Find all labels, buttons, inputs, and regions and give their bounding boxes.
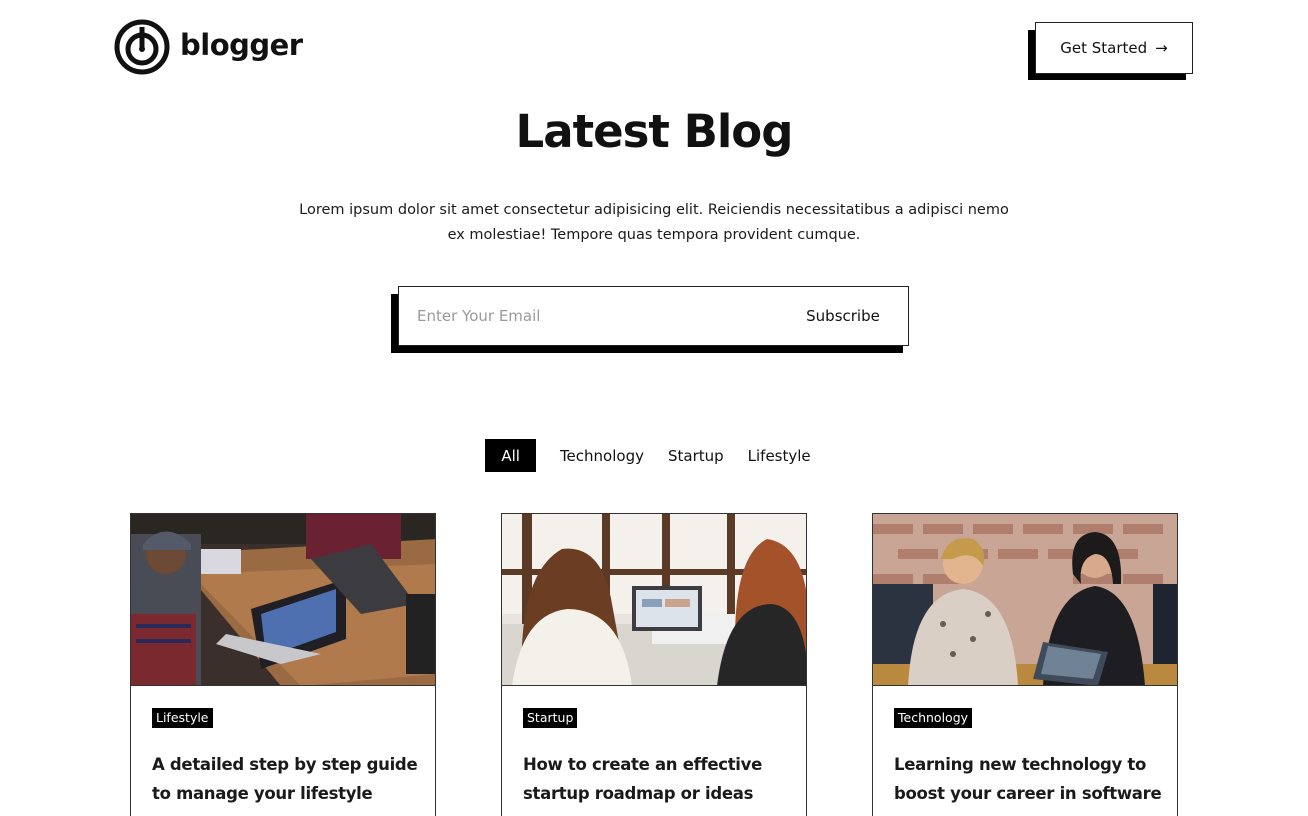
page: blogger Get Started → Latest Blog Lorem …	[0, 0, 1308, 816]
get-started-label: Get Started	[1060, 39, 1148, 57]
blog-card[interactable]: Technology Learning new technology to bo…	[872, 513, 1178, 816]
logo[interactable]: blogger	[114, 19, 303, 75]
arrow-right-icon: →	[1155, 39, 1168, 57]
post-image[interactable]	[502, 514, 806, 686]
get-started-wrapper: Get Started →	[1028, 22, 1193, 80]
hero-description: Lorem ipsum dolor sit amet consectetur a…	[299, 202, 1009, 243]
filter-lifestyle[interactable]: Lifestyle	[736, 439, 823, 472]
subscribe-button[interactable]: Subscribe	[778, 287, 908, 345]
post-tag[interactable]: Lifestyle	[152, 708, 213, 728]
filter-technology[interactable]: Technology	[548, 439, 656, 472]
logo-text: blogger	[180, 27, 303, 62]
post-title[interactable]: Learning new technology to boost your ca…	[894, 750, 1164, 808]
blog-card[interactable]: Lifestyle A detailed step by step guide …	[130, 513, 436, 816]
subscribe-box: Subscribe	[398, 286, 909, 346]
post-image[interactable]	[131, 514, 435, 686]
post-image[interactable]	[873, 514, 1177, 686]
post-title[interactable]: How to create an effective startup roadm…	[523, 750, 793, 808]
blog-card[interactable]: Startup How to create an effective start…	[501, 513, 807, 816]
post-title[interactable]: A detailed step by step guide to manage …	[152, 750, 422, 808]
page-title: Latest Blog	[515, 105, 794, 158]
email-input[interactable]	[399, 287, 778, 345]
post-tag[interactable]: Technology	[894, 708, 973, 728]
post-tag[interactable]: Startup	[523, 708, 578, 728]
subscribe-form: Subscribe	[391, 286, 911, 354]
filter-all[interactable]: All	[485, 439, 536, 472]
get-started-button[interactable]: Get Started →	[1035, 22, 1193, 74]
filter-startup[interactable]: Startup	[656, 439, 736, 472]
category-filters: All Technology Startup Lifestyle	[0, 439, 1308, 472]
logo-icon	[114, 19, 170, 75]
